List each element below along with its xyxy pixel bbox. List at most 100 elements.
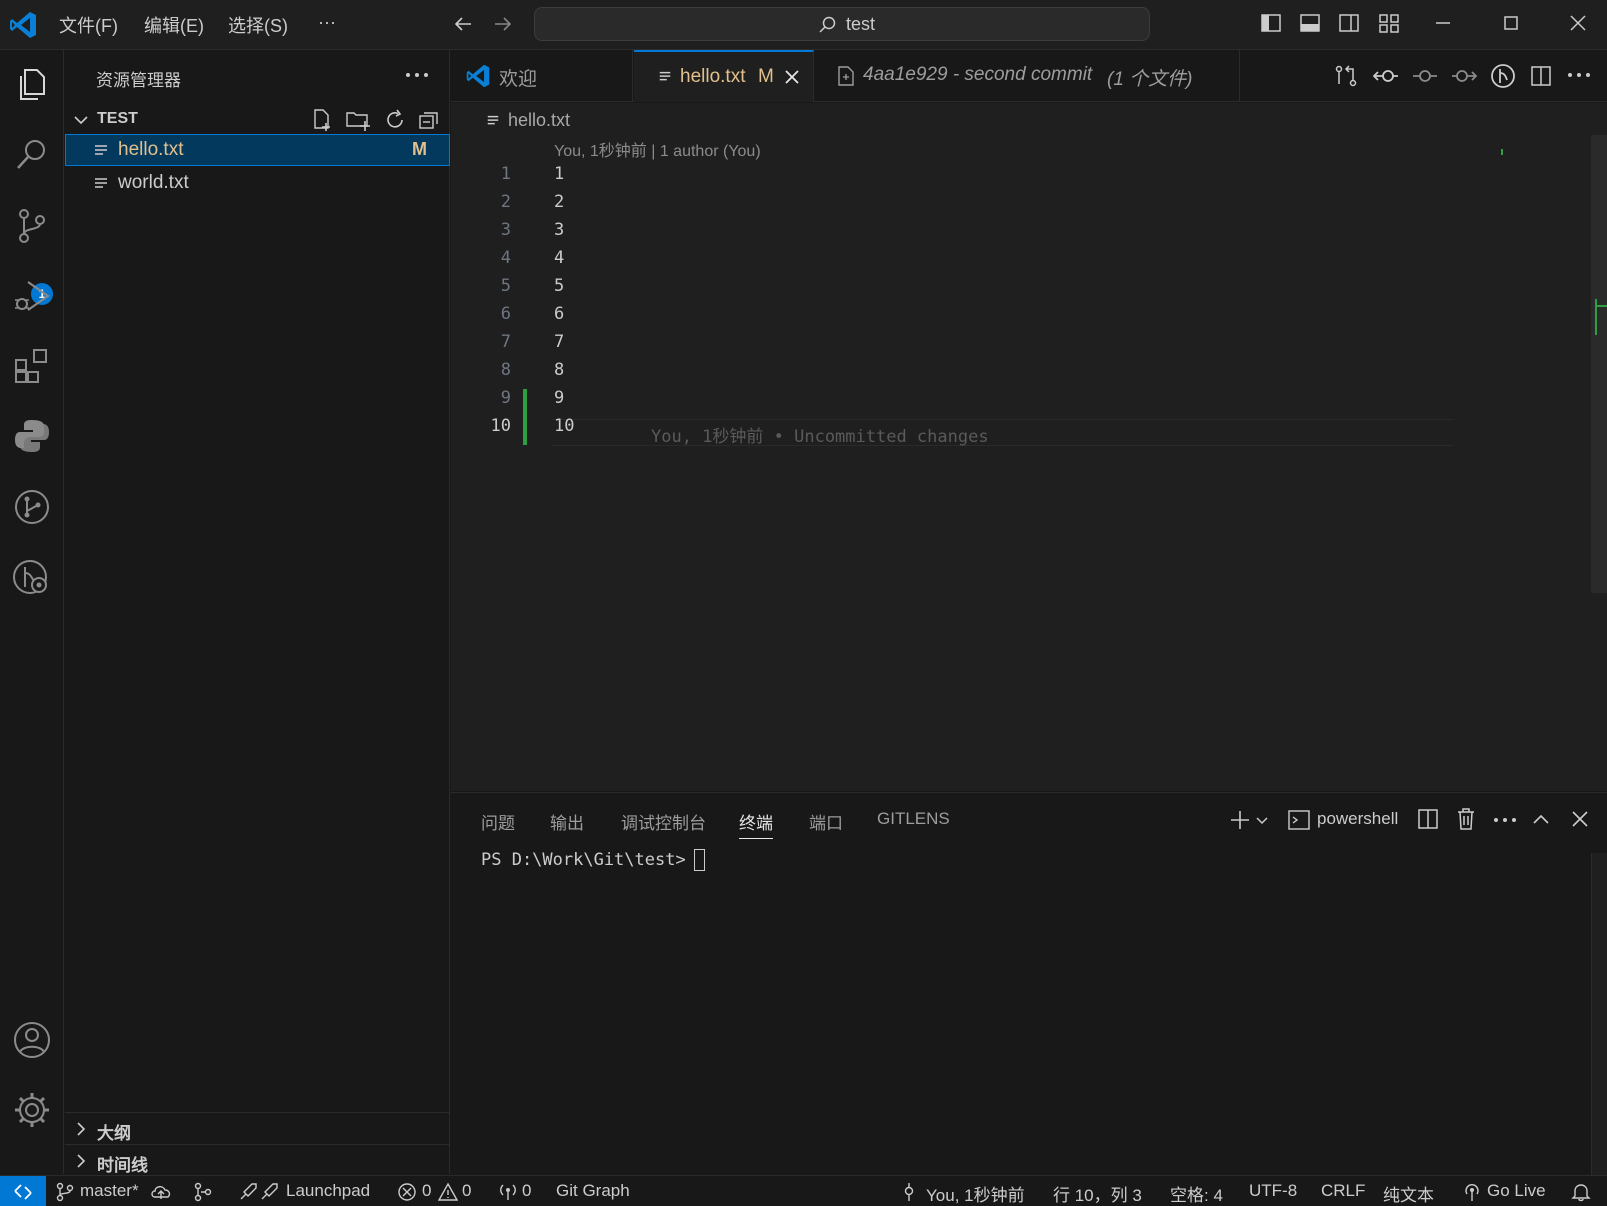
panel-tab-ports[interactable]: 端口 [809, 809, 843, 834]
error-count[interactable]: 0 [422, 1181, 431, 1201]
gitlens-actions-icon[interactable] [1490, 63, 1516, 89]
remote-indicator[interactable] [0, 1176, 46, 1206]
source-control-icon[interactable] [12, 206, 52, 246]
folder-name: TEST [97, 110, 138, 127]
commit-icon[interactable] [1412, 64, 1438, 88]
git-compare-icon[interactable] [193, 1182, 213, 1202]
timeline-section[interactable]: 时间线 [65, 1144, 450, 1176]
editor-scrollbar[interactable] [1591, 135, 1607, 593]
terminal-scrollbar[interactable] [1591, 853, 1607, 1175]
tab-welcome[interactable]: 欢迎 [451, 50, 633, 102]
encoding[interactable]: UTF-8 [1249, 1181, 1297, 1201]
toggle-sidebar-icon[interactable] [1260, 12, 1282, 34]
code-line: 1 [554, 164, 565, 184]
arrow-left-icon[interactable] [452, 13, 474, 35]
panel-tab-debug-console[interactable]: 调试控制台 [621, 809, 706, 834]
launchpad-label[interactable]: Launchpad [286, 1181, 370, 1201]
branch-name[interactable]: master* [80, 1181, 139, 1201]
menu-more[interactable]: ··· [318, 12, 336, 33]
code-line: 8 [554, 360, 565, 380]
python-icon[interactable] [12, 416, 52, 456]
broadcast-icon [1465, 1184, 1479, 1201]
run-debug-icon[interactable] [12, 276, 52, 316]
panel-tab-problems[interactable]: 问题 [481, 809, 515, 834]
terminal-shell-name[interactable]: powershell [1317, 809, 1398, 829]
tab-label: hello.txt [680, 66, 746, 87]
git-graph-button[interactable]: Git Graph [556, 1181, 630, 1201]
search-sidebar-icon[interactable] [12, 135, 52, 175]
gitlens-icon[interactable] [12, 557, 52, 597]
panel-tab-gitlens[interactable]: GITLENS [877, 809, 950, 829]
scrollbar-change-marker [1595, 299, 1597, 335]
explorer-icon[interactable] [12, 64, 52, 104]
go-live-button[interactable]: Go Live [1487, 1181, 1546, 1201]
close-window-icon[interactable] [1567, 12, 1589, 34]
minimize-icon[interactable] [1432, 12, 1454, 34]
arrow-right-icon[interactable] [492, 13, 514, 35]
file-item-hello[interactable]: hello.txt M [65, 134, 450, 166]
extensions-icon[interactable] [12, 346, 52, 386]
file-item-world[interactable]: world.txt [65, 167, 450, 199]
remote-icon [14, 1184, 32, 1200]
line-ending[interactable]: CRLF [1321, 1181, 1365, 1201]
toggle-secondary-sidebar-icon[interactable] [1338, 12, 1360, 34]
terminal-output[interactable]: PS D:\Work\Git\test> [481, 849, 705, 871]
close-panel-icon[interactable] [1570, 809, 1590, 829]
panel-tab-terminal[interactable]: 终端 [739, 809, 773, 839]
code-line: 3 [554, 220, 565, 240]
command-center-search[interactable]: test [534, 7, 1150, 41]
split-terminal-icon[interactable] [1417, 808, 1439, 830]
breadcrumb: hello.txt [451, 103, 1607, 137]
menu-edit[interactable]: 编辑(E) [144, 12, 204, 38]
line-number: 4 [500, 248, 511, 268]
maximize-panel-icon[interactable] [1532, 811, 1550, 827]
editor-more-icon[interactable] [1567, 70, 1591, 80]
minimap-marker [1501, 149, 1503, 155]
breadcrumb-file[interactable]: hello.txt [508, 110, 570, 131]
git-graph-icon[interactable] [12, 487, 52, 527]
line-number: 1 [500, 164, 511, 184]
new-folder-icon[interactable] [345, 108, 371, 132]
outline-section[interactable]: 大纲 [65, 1112, 450, 1144]
accounts-icon[interactable] [12, 1020, 52, 1060]
blame-status[interactable]: You, 1秒钟前 [926, 1181, 1025, 1206]
more-actions-icon[interactable] [405, 70, 429, 80]
notification-bell-icon[interactable] [1571, 1182, 1591, 1202]
next-revision-icon[interactable] [1451, 64, 1477, 88]
panel-more-icon[interactable] [1493, 815, 1517, 825]
tab-hello[interactable]: hello.txt M [634, 50, 814, 102]
tab-commit[interactable]: 4aa1e929 - second commit (1 个文件) [815, 50, 1240, 102]
new-file-icon[interactable] [310, 108, 334, 132]
indentation[interactable]: 空格: 4 [1170, 1181, 1223, 1206]
new-terminal-icon[interactable] [1229, 809, 1251, 831]
folder-header[interactable]: TEST [65, 105, 450, 135]
close-tab-icon[interactable] [784, 69, 800, 85]
cursor-position[interactable]: 行 10，列 3 [1053, 1181, 1142, 1206]
code-line: 9 [554, 388, 565, 408]
previous-revision-icon[interactable] [1373, 64, 1399, 88]
refresh-icon[interactable] [383, 108, 407, 132]
warning-count[interactable]: 0 [462, 1181, 471, 1201]
blame-codelens[interactable]: You, 1秒钟前 | 1 author (You) [554, 137, 761, 161]
toggle-panel-icon[interactable] [1299, 12, 1321, 34]
publish-cloud-icon[interactable] [150, 1182, 172, 1202]
collapse-all-icon[interactable] [417, 108, 441, 132]
panel-tab-output[interactable]: 输出 [550, 809, 584, 834]
line-number: 8 [500, 360, 511, 380]
editor-area[interactable]: You, 1秒钟前 | 1 author (You) 1 2 3 4 5 6 7… [451, 135, 1607, 791]
trash-icon[interactable] [1455, 807, 1477, 831]
menu-file[interactable]: 文件(F) [59, 12, 118, 38]
vscode-logo-icon [10, 12, 36, 38]
customize-layout-icon[interactable] [1378, 12, 1400, 34]
manage-gear-icon[interactable] [12, 1090, 52, 1130]
ports-count[interactable]: 0 [522, 1181, 531, 1201]
text-file-icon [95, 178, 107, 188]
maximize-icon[interactable] [1500, 12, 1522, 34]
language-mode[interactable]: 纯文本 [1383, 1181, 1434, 1206]
menu-selection[interactable]: 选择(S) [228, 12, 288, 38]
split-editor-icon[interactable] [1529, 64, 1553, 88]
chevron-right-icon [77, 1154, 86, 1168]
line-number: 3 [500, 220, 511, 240]
chevron-down-icon[interactable] [1255, 815, 1269, 827]
open-changes-icon[interactable] [1334, 64, 1358, 88]
